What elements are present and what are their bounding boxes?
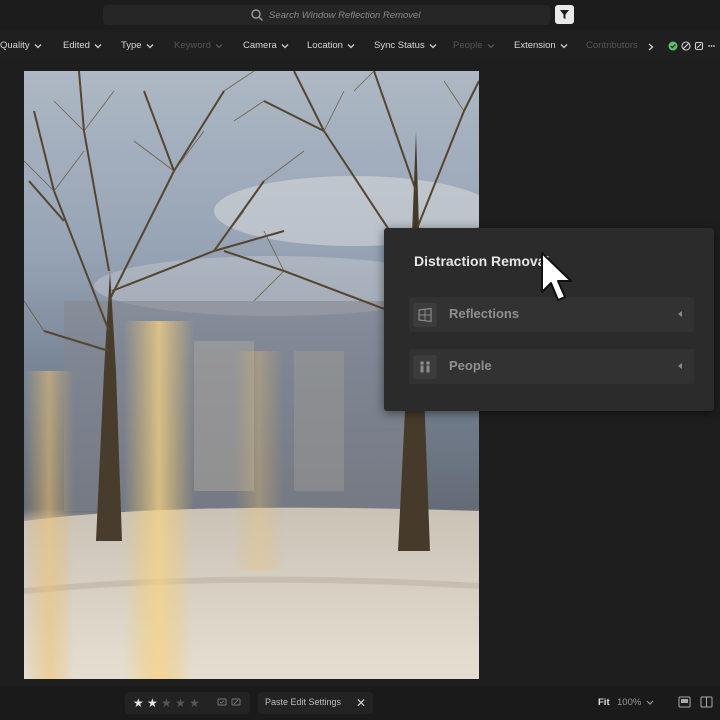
- filter-people[interactable]: People: [453, 40, 495, 51]
- paste-label: Paste Edit Settings: [265, 697, 342, 707]
- chevron-down-icon: [146, 43, 154, 48]
- filter-extension[interactable]: Extension: [514, 40, 568, 51]
- filter-quality[interactable]: Quality: [0, 40, 42, 51]
- filter-label: Edited: [63, 40, 90, 51]
- flag-unflagged-icon[interactable]: [694, 41, 704, 51]
- chevron-down-icon: [487, 43, 495, 48]
- mouse-cursor-icon: [541, 252, 572, 301]
- zoom-level[interactable]: 100%: [617, 697, 641, 708]
- filter-label: Camera: [243, 40, 277, 51]
- filter-label: Location: [307, 40, 343, 51]
- filter-camera[interactable]: Camera: [243, 40, 289, 51]
- more-icon[interactable]: [707, 41, 715, 51]
- star-icon[interactable]: ★: [161, 696, 172, 710]
- filter-label: People: [453, 40, 483, 51]
- search-box[interactable]: [103, 5, 550, 25]
- filter-contributors[interactable]: Contributors: [586, 40, 641, 51]
- star-icon[interactable]: ★: [147, 696, 158, 710]
- filter-keyword[interactable]: Keyword: [174, 40, 223, 51]
- people-row[interactable]: People: [409, 349, 694, 384]
- star-icon[interactable]: ★: [133, 696, 144, 710]
- search-icon: [251, 9, 263, 21]
- filter-location[interactable]: Location: [307, 40, 355, 51]
- paste-edit-settings-button[interactable]: Paste Edit Settings ✕: [258, 692, 373, 714]
- filter-label: Keyword: [174, 40, 211, 51]
- star-rating[interactable]: ★ ★ ★ ★ ★: [125, 692, 250, 714]
- flag-rejected-icon[interactable]: [681, 41, 691, 51]
- star-icon[interactable]: ★: [189, 696, 200, 710]
- people-label: People: [449, 358, 492, 373]
- reflections-label: Reflections: [449, 306, 520, 321]
- top-bar: [0, 0, 720, 30]
- compare-view-icon[interactable]: [700, 696, 713, 708]
- chevron-down-icon: [347, 43, 355, 48]
- chevron-right-icon[interactable]: [648, 43, 654, 51]
- funnel-icon: [560, 10, 569, 19]
- chevron-down-icon: [429, 43, 437, 48]
- flag-picked-icon[interactable]: [668, 41, 678, 51]
- filter-edited[interactable]: Edited: [63, 40, 102, 51]
- filter-row: Quality Edited Type Keyword Camera Locat…: [0, 33, 720, 61]
- chevron-down-icon: [281, 43, 289, 48]
- filter-label: Contributors: [586, 40, 638, 51]
- filter-sync-status[interactable]: Sync Status: [374, 40, 437, 51]
- filter-label: Extension: [514, 40, 556, 51]
- panel-title: Distraction Removal: [414, 253, 550, 269]
- fit-label[interactable]: Fit: [598, 697, 610, 708]
- chevron-down-icon: [94, 43, 102, 48]
- flag-rejected-icon[interactable]: [231, 698, 241, 708]
- chevron-down-icon: [560, 43, 568, 48]
- search-input[interactable]: [269, 7, 539, 23]
- filter-type[interactable]: Type: [121, 40, 154, 51]
- people-icon: [413, 355, 437, 379]
- chevron-down-icon[interactable]: [646, 700, 654, 706]
- caret-left-icon[interactable]: [676, 310, 684, 318]
- filter-label: Sync Status: [374, 40, 425, 51]
- filter-label: Quality: [0, 40, 30, 51]
- close-icon[interactable]: ✕: [356, 696, 366, 710]
- chevron-down-icon: [34, 43, 42, 48]
- bottom-bar: ★ ★ ★ ★ ★ Paste Edit Settings ✕ Fit 100%: [0, 686, 720, 720]
- chevron-down-icon: [215, 43, 223, 48]
- star-icon[interactable]: ★: [175, 696, 186, 710]
- filter-label: Type: [121, 40, 142, 51]
- filmstrip-icon[interactable]: [678, 696, 691, 708]
- window-reflection-icon: [413, 303, 437, 327]
- caret-left-icon[interactable]: [676, 362, 684, 370]
- flag-picked-icon[interactable]: [217, 698, 227, 708]
- filter-button[interactable]: [555, 5, 574, 24]
